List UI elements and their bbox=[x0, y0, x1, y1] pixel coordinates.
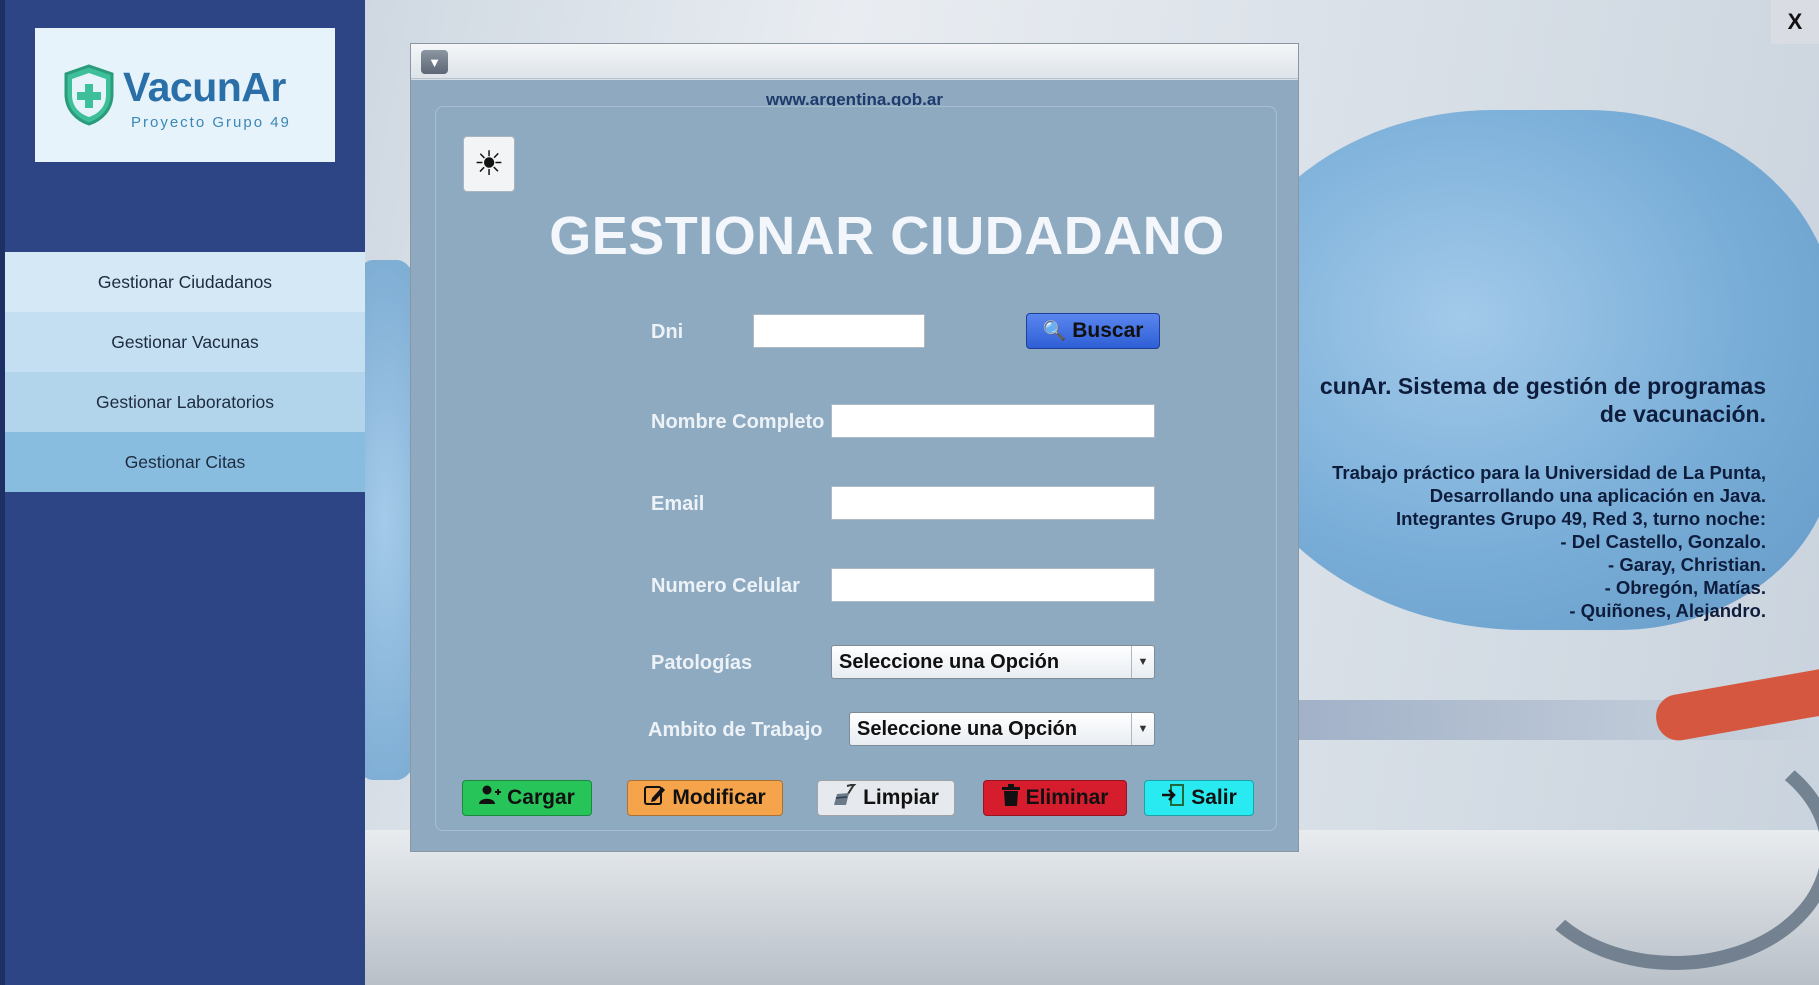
info-line: - Del Castello, Gonzalo. bbox=[1560, 531, 1766, 552]
salir-button[interactable]: Salir bbox=[1144, 780, 1254, 816]
ambito-selected: Seleccione una Opción bbox=[857, 717, 1078, 740]
celular-input[interactable] bbox=[831, 568, 1155, 602]
limpiar-button[interactable]: Limpiar bbox=[817, 780, 955, 816]
info-line: - Garay, Christian. bbox=[1608, 554, 1766, 575]
info-title: cunAr. Sistema de gestión de programas d… bbox=[1320, 372, 1766, 428]
gestionar-ciudadano-window: ▼ www.argentina.gob.ar ☀ GESTIONAR CIUDA… bbox=[410, 43, 1299, 852]
sidebar-item-vacunas[interactable]: Gestionar Vacunas bbox=[5, 312, 365, 372]
salir-label: Salir bbox=[1191, 786, 1237, 809]
dni-label: Dni bbox=[651, 321, 684, 343]
trash-icon bbox=[1001, 784, 1020, 812]
magnifier-icon: 🔍 bbox=[1042, 321, 1067, 342]
celular-label: Numero Celular bbox=[651, 575, 800, 597]
modificar-button[interactable]: Modificar bbox=[627, 780, 783, 816]
info-line: - Obregón, Matías. bbox=[1604, 577, 1766, 598]
info-body: Trabajo práctico para la Universidad de … bbox=[1332, 461, 1766, 622]
nombre-label: Nombre Completo bbox=[651, 411, 825, 433]
sidebar: VacunAr Proyecto Grupo 49 Gestionar Ciud… bbox=[0, 0, 365, 985]
broom-icon bbox=[833, 782, 859, 812]
ambito-select[interactable]: Seleccione una Opción ▼ bbox=[849, 712, 1155, 746]
page-title: GESTIONAR CIUDADANO bbox=[549, 206, 1225, 266]
exit-icon bbox=[1161, 784, 1185, 812]
sidebar-nav: Gestionar Ciudadanos Gestionar Vacunas G… bbox=[5, 252, 365, 492]
shield-plus-icon bbox=[64, 64, 114, 126]
theme-toggle-button[interactable]: ☀ bbox=[463, 136, 515, 192]
nombre-input[interactable] bbox=[831, 404, 1155, 438]
dni-input[interactable] bbox=[753, 314, 925, 348]
ambito-label: Ambito de Trabajo bbox=[648, 719, 823, 741]
logo: VacunAr Proyecto Grupo 49 bbox=[35, 28, 335, 162]
info-line: Desarrollando una aplicación en Java. bbox=[1429, 485, 1766, 506]
edit-icon bbox=[644, 784, 666, 812]
limpiar-label: Limpiar bbox=[863, 786, 939, 809]
cargar-label: Cargar bbox=[507, 786, 575, 809]
info-line: Trabajo práctico para la Universidad de … bbox=[1332, 462, 1766, 483]
info-title-line: cunAr. Sistema de gestión de programas bbox=[1319, 373, 1766, 399]
eliminar-button[interactable]: Eliminar bbox=[983, 780, 1127, 816]
sidebar-item-laboratorios[interactable]: Gestionar Laboratorios bbox=[5, 372, 365, 432]
sun-icon: ☀ bbox=[473, 145, 505, 183]
window-titlebar[interactable]: ▼ bbox=[411, 44, 1298, 79]
info-line: Integrantes Grupo 49, Red 3, turno noche… bbox=[1395, 508, 1766, 529]
buscar-button[interactable]: 🔍 Buscar bbox=[1026, 313, 1160, 349]
chevron-down-icon[interactable]: ▼ bbox=[1131, 713, 1154, 745]
logo-subtitle: Proyecto Grupo 49 bbox=[131, 114, 291, 131]
patologias-select[interactable]: Seleccione una Opción ▼ bbox=[831, 645, 1155, 679]
close-button[interactable]: X bbox=[1771, 0, 1819, 44]
info-title-line: de vacunación. bbox=[1599, 401, 1766, 427]
chevron-down-icon[interactable]: ▼ bbox=[1131, 646, 1154, 678]
add-user-icon bbox=[479, 785, 502, 811]
modificar-label: Modificar bbox=[672, 786, 766, 809]
background-stethoscope bbox=[1515, 730, 1819, 970]
patologias-selected: Seleccione una Opción bbox=[839, 650, 1060, 673]
email-input[interactable] bbox=[831, 486, 1155, 520]
window-content: www.argentina.gob.ar ☀ GESTIONAR CIUDADA… bbox=[411, 80, 1298, 851]
email-label: Email bbox=[651, 493, 705, 515]
patologias-label: Patologías bbox=[651, 652, 753, 674]
sidebar-item-ciudadanos[interactable]: Gestionar Ciudadanos bbox=[5, 252, 365, 312]
cargar-button[interactable]: Cargar bbox=[462, 780, 592, 816]
form-panel: ☀ GESTIONAR CIUDADANO Dni 🔍 Buscar Nombr… bbox=[435, 106, 1277, 831]
chevron-down-icon[interactable]: ▼ bbox=[421, 50, 448, 74]
info-line: - Quiñones, Alejandro. bbox=[1569, 600, 1766, 621]
logo-title: VacunAr bbox=[123, 64, 286, 110]
sidebar-item-citas[interactable]: Gestionar Citas bbox=[5, 432, 365, 492]
buscar-label: Buscar bbox=[1072, 319, 1144, 342]
eliminar-label: Eliminar bbox=[1025, 786, 1109, 809]
